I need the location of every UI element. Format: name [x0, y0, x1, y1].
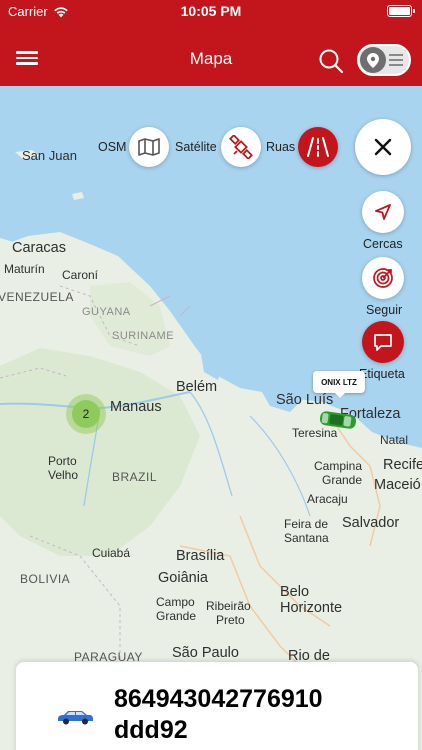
map-type-streets-button[interactable]: [298, 127, 338, 167]
clock: 10:05 PM: [180, 3, 242, 19]
map-label: Salvador: [342, 515, 400, 531]
map-label: Caroní: [62, 268, 99, 282]
navigation-arrow-icon: [375, 204, 391, 220]
vehicle-id-line-2: ddd92: [114, 716, 188, 744]
map-type-satellite-label: Satélite: [175, 140, 217, 154]
map-label: Goiânia: [158, 570, 208, 586]
map-icon: [138, 138, 160, 156]
label-label: Etiqueta: [359, 367, 405, 381]
top-bar: Carrier 10:05 PM Mapa: [0, 0, 422, 86]
map-label: Campina: [314, 459, 363, 473]
map-type-osm-button[interactable]: [129, 127, 169, 167]
fences-label: Cercas: [363, 237, 403, 251]
location-pin-icon: [360, 47, 386, 73]
map-list-toggle[interactable]: [357, 44, 411, 76]
map-label: Porto: [48, 454, 77, 468]
map-label: Belém: [176, 379, 218, 395]
map-label: Velho: [48, 468, 79, 482]
map-label: Caracas: [12, 240, 66, 256]
vehicle-id-line-1: 864943042776910: [114, 685, 323, 713]
vehicle-card[interactable]: 864943042776910 ddd92: [16, 662, 418, 750]
follow-label: Seguir: [366, 303, 403, 317]
map-label: BOLIVIA: [20, 572, 71, 586]
car-icon: [58, 711, 93, 725]
map-label: BRAZIL: [112, 470, 158, 484]
map-label: Belo: [280, 584, 310, 600]
map-type-streets-label: Ruas: [266, 140, 296, 154]
vehicle-cluster-marker[interactable]: 2: [66, 394, 106, 434]
follow-button[interactable]: [362, 257, 404, 299]
map-label: VENEZUELA: [0, 290, 74, 304]
map-label: Maturín: [4, 262, 45, 276]
map-label: Horizonte: [280, 600, 343, 616]
search-icon[interactable]: [318, 48, 344, 74]
battery-icon: [387, 5, 415, 17]
map-label: San Juan: [22, 148, 77, 163]
close-button[interactable]: [355, 119, 411, 175]
status-bar: Carrier 10:05 PM: [0, 0, 422, 24]
map-label: São Paulo: [172, 645, 239, 661]
map-label: Santana: [284, 531, 329, 545]
map-view[interactable]: San Juan Caracas Maturín Caroní VENEZUEL…: [0, 86, 422, 750]
map-label: GUYANA: [82, 306, 131, 318]
comment-icon: [374, 334, 392, 351]
label-button[interactable]: [362, 321, 404, 363]
map-label: Grande: [322, 473, 363, 487]
map-label: Manaus: [110, 399, 162, 415]
vehicle-tag: ONIX LTZ: [313, 371, 365, 398]
close-icon: [374, 138, 392, 156]
map-label: Grande: [156, 609, 197, 623]
car-marker-icon[interactable]: [318, 409, 358, 431]
fences-button[interactable]: [362, 191, 404, 233]
satellite-icon: [229, 135, 253, 159]
map-label: Recife: [383, 457, 422, 473]
target-icon: [373, 268, 393, 288]
map-label: Campo: [156, 595, 195, 609]
road-icon: [307, 137, 329, 157]
map-label: São Luís: [276, 392, 334, 408]
app-header: Mapa: [0, 34, 422, 86]
vehicle-id: 864943042776910 ddd92: [114, 684, 323, 746]
map-type-satellite-button[interactable]: [221, 127, 261, 167]
map-label: SURINAME: [112, 330, 175, 342]
map-label: Maceió: [374, 477, 421, 493]
map-label: Aracaju: [307, 492, 348, 506]
map-label: Preto: [216, 613, 245, 627]
map-label: Cuiabá: [92, 546, 131, 560]
map-type-osm-label: OSM: [98, 140, 127, 154]
map-label: Ribeirão: [206, 599, 251, 613]
map-label: Natal: [380, 433, 409, 447]
list-icon: [389, 54, 403, 69]
cluster-count: 2: [72, 400, 100, 428]
map-label: Feira de: [284, 517, 329, 531]
map-label: Brasília: [176, 548, 225, 564]
